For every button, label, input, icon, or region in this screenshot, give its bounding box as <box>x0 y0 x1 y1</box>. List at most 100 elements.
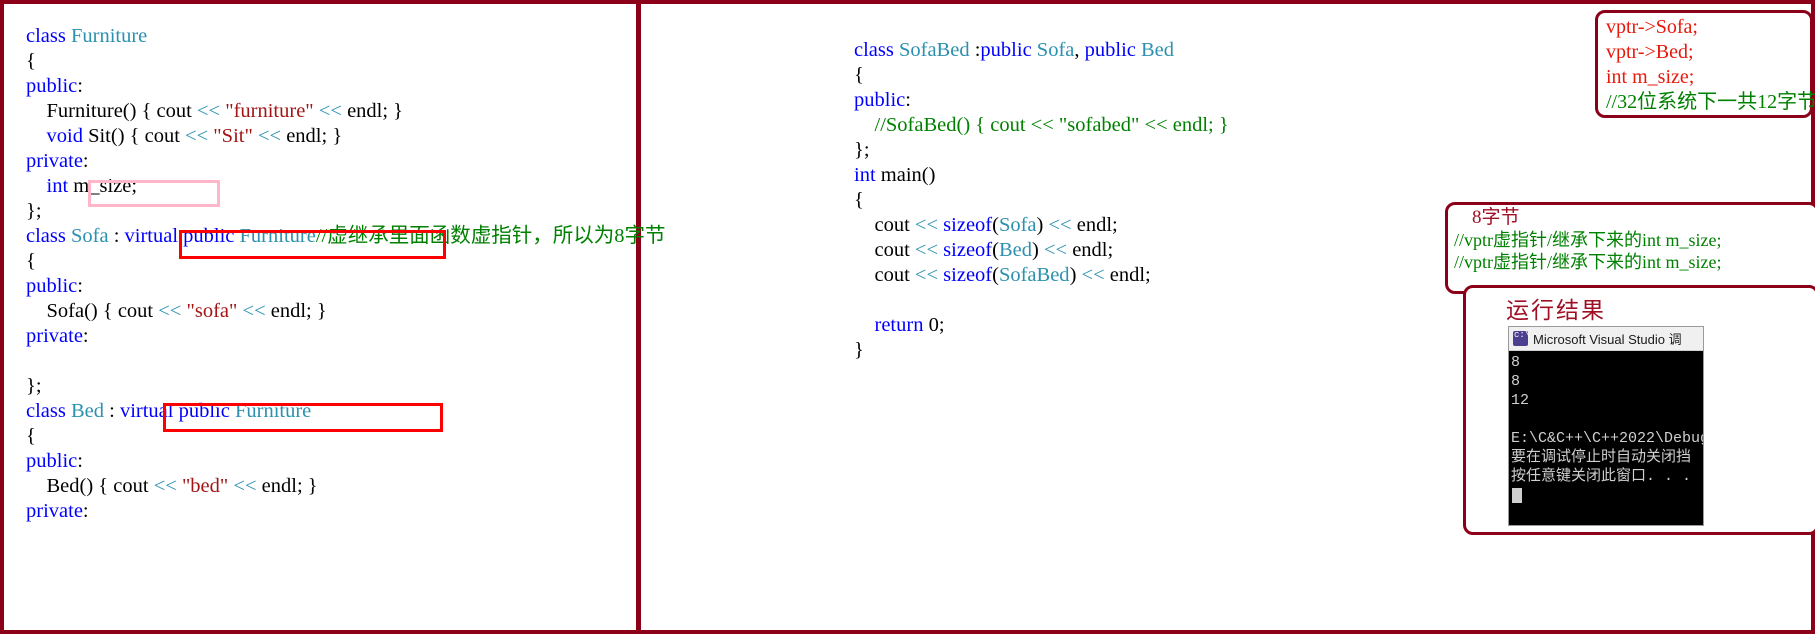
highlight-sofa-virtual-public <box>179 230 446 259</box>
code-token: endl; } <box>256 475 318 497</box>
code-line: //SofaBed() { cout << "sofabed" << endl;… <box>854 113 1229 138</box>
code-token: endl; } <box>341 100 404 122</box>
code-token: Bed <box>1141 39 1175 61</box>
code-token: : <box>77 275 83 297</box>
code-token: endl; } <box>265 300 327 322</box>
code-line: public: <box>26 74 665 99</box>
note-line: //vptr虚指针/继承下来的int m_size; <box>1454 252 1722 272</box>
code-token: "sofa" <box>186 300 238 322</box>
code-line: Bed() { cout << "bed" << endl; } <box>26 474 665 499</box>
code-line: cout << sizeof(Bed) << endl; <box>854 238 1229 263</box>
code-line: cout << sizeof(SofaBed) << endl; <box>854 263 1229 288</box>
code-line: public: <box>854 88 1229 113</box>
code-line: public: <box>26 274 665 299</box>
code-token: Sofa <box>998 214 1037 236</box>
code-token: sizeof <box>943 214 993 236</box>
code-token: << <box>185 125 209 147</box>
run-result-note: 运行结果 Microsoft Visual Studio 调 8 8 12 E:… <box>1463 285 1815 535</box>
code-token: cout <box>854 239 915 261</box>
code-token: : <box>77 75 83 97</box>
run-result-title: 运行结果 <box>1506 297 1606 323</box>
code-token: Bed <box>998 239 1032 261</box>
code-token: Bed() { cout <box>26 475 154 497</box>
code-line: }; <box>26 374 665 399</box>
code-token: endl; <box>1067 239 1114 261</box>
code-token: << <box>914 239 939 261</box>
console-line: 要在调试停止时自动关闭挡 <box>1511 449 1692 466</box>
code-token: << <box>914 264 939 286</box>
code-token: endl; } <box>281 125 343 147</box>
code-line: { <box>854 63 1229 88</box>
vs-debug-console-window[interactable]: Microsoft Visual Studio 调 8 8 12 E:\C&C+… <box>1508 326 1704 526</box>
code-token: << <box>318 100 342 122</box>
code-token: "bed" <box>181 475 229 497</box>
code-token: : <box>969 39 981 61</box>
code-token: ( <box>992 214 999 236</box>
code-token: public <box>980 39 1032 61</box>
code-token: << <box>257 125 282 147</box>
console-line: 12 <box>1511 392 1530 409</box>
code-token: class <box>854 39 899 61</box>
code-token: //SofaBed() { cout << "sofabed" << endl;… <box>854 114 1229 136</box>
code-token: public <box>26 450 78 472</box>
note-line: vptr->Bed; <box>1606 41 1694 63</box>
code-token: void <box>46 125 83 147</box>
code-token: << <box>1081 264 1105 286</box>
code-token: Furniture <box>26 100 123 122</box>
console-app-icon <box>1513 330 1530 346</box>
code-token: main() <box>875 164 936 186</box>
code-token: : <box>77 450 83 472</box>
code-token: { <box>26 250 36 272</box>
code-token: sizeof <box>943 239 993 261</box>
code-token: private <box>26 325 83 347</box>
note-line: vptr->Sofa; <box>1606 16 1698 38</box>
code-token: ) <box>1036 214 1049 236</box>
note-line: int m_size; <box>1606 66 1695 88</box>
slide-frame: class Furniture{public: Furniture() { co… <box>0 0 1815 634</box>
code-token: Sofa() { cout <box>26 300 159 322</box>
code-token: { <box>854 189 864 211</box>
code-line: class SofaBed :public Sofa, public Bed <box>854 38 1229 63</box>
code-line: private: <box>26 149 665 174</box>
code-token: class <box>26 225 71 247</box>
console-line: 8 <box>1511 354 1521 371</box>
right-code-listing: class SofaBed :public Sofa, public Bed{p… <box>854 38 1229 363</box>
code-token: { <box>26 425 36 447</box>
code-token: ( <box>992 239 999 261</box>
code-token: : <box>82 500 89 522</box>
console-line: 按任意键关闭此窗口. . . <box>1511 468 1692 485</box>
console-caret <box>1512 488 1522 503</box>
code-token: SofaBed <box>998 264 1070 286</box>
code-token: : <box>905 89 911 111</box>
code-token: endl; <box>1071 214 1118 236</box>
note-line: //32位系统下一共12字节 <box>1606 91 1815 113</box>
console-line: E:\C&C++\C++2022\Debug\ <box>1511 430 1704 447</box>
code-token: sizeof <box>943 264 993 286</box>
code-token: SofaBed <box>898 39 970 61</box>
code-token: { <box>854 64 864 86</box>
code-token: public <box>1084 39 1136 61</box>
code-token: << <box>233 475 257 497</box>
code-token: private <box>26 150 83 172</box>
code-token: ) <box>1031 239 1044 261</box>
code-line: int main() <box>854 163 1229 188</box>
code-token: 0; <box>923 314 945 336</box>
code-line: private: <box>26 324 665 349</box>
code-token: Furniture <box>70 25 148 47</box>
code-token: }; <box>854 139 870 161</box>
note-line: //vptr虚指针/继承下来的int m_size; <box>1454 230 1722 250</box>
code-line: Furniture() { cout << "furniture" << end… <box>26 99 665 124</box>
code-token: : <box>108 225 125 247</box>
highlight-bed-virtual-public <box>163 403 443 432</box>
code-line: void Sit() { cout << "Sit" << endl; } <box>26 124 665 149</box>
code-token: << <box>1043 239 1068 261</box>
code-token: Sit() { cout <box>82 125 186 147</box>
code-token: public <box>854 89 906 111</box>
code-token: , <box>1074 39 1085 61</box>
code-token: Sofa <box>1036 39 1075 61</box>
code-line: return 0; <box>854 313 1229 338</box>
